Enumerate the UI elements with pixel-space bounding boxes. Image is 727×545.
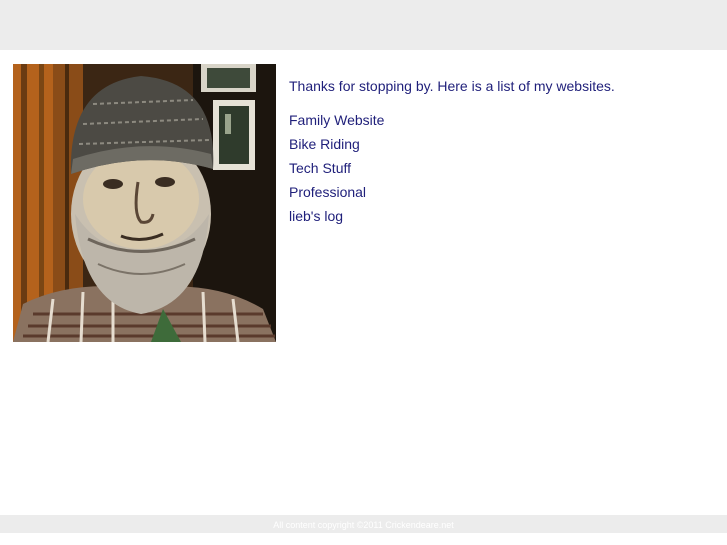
list-item: Family Website [289,111,709,129]
profile-photo [13,64,276,342]
footer-bar: All content copyright ©2011 Crickendeare… [0,515,727,533]
link-bike-riding[interactable]: Bike Riding [289,136,360,152]
list-item: Professional [289,183,709,201]
link-liebs-log[interactable]: lieb's log [289,208,343,224]
link-family-website[interactable]: Family Website [289,112,384,128]
list-item: Bike Riding [289,135,709,153]
list-item: lieb's log [289,207,709,225]
link-tech-stuff[interactable]: Tech Stuff [289,160,351,176]
page: Thanks for stopping by. Here is a list o… [0,0,727,545]
main-content: Thanks for stopping by. Here is a list o… [289,77,709,231]
intro-text: Thanks for stopping by. Here is a list o… [289,78,615,94]
website-list: Family Website Bike Riding Tech Stuff Pr… [289,111,709,225]
copyright-text: All content copyright ©2011 Crickendeare… [273,520,454,530]
link-professional[interactable]: Professional [289,184,366,200]
list-item: Tech Stuff [289,159,709,177]
header-bar [0,0,727,50]
